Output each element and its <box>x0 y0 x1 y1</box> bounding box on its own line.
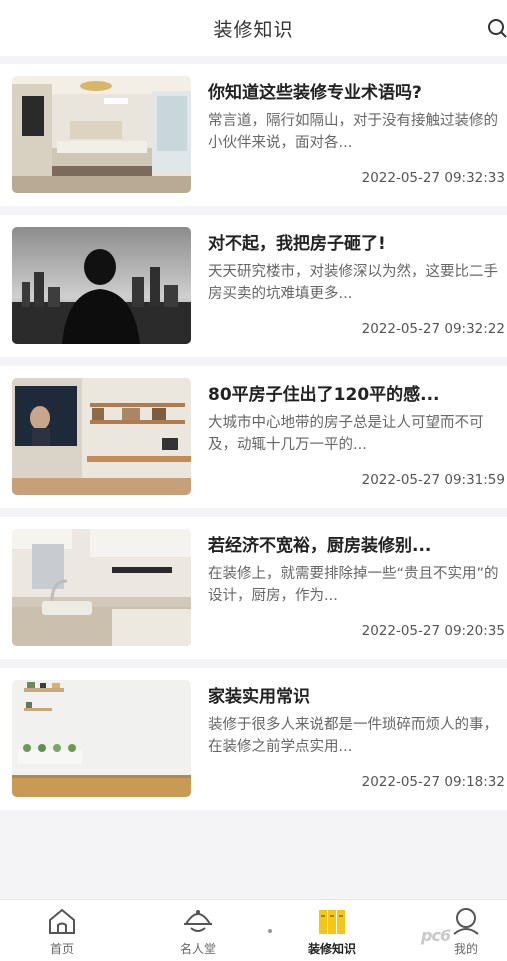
article-summary: 常言道，隔行如隔山，对于没有接触过装修的小伙伴来说，面对各... <box>208 113 498 151</box>
article-summary: 天天研究楼市，对装修深以为然，这要比二手房买卖的坑难填更多... <box>208 264 498 302</box>
tab-hall-label: 名人堂 <box>179 942 216 956</box>
article-card[interactable]: 80平房子住出了120平的感... 大城市中心地带的房子总是让人可望而不可及，动… <box>0 366 507 508</box>
article-title[interactable]: 若经济不宽裕，厨房装修别... <box>208 531 503 556</box>
profile-icon <box>453 908 479 935</box>
article-title[interactable]: 家装实用常识 <box>208 682 503 707</box>
article-title[interactable]: 对不起，我把房子砸了! <box>208 229 503 254</box>
tab-home[interactable]: 首页 <box>12 900 112 961</box>
article-card[interactable]: 对不起，我把房子砸了! 天天研究楼市，对装修深以为然，这要比二手房买卖的坑难填更… <box>0 215 507 357</box>
article-thumbnail-kitchen <box>12 529 191 646</box>
home-icon <box>49 908 75 934</box>
article-summary: 在装修上，就需要排除掉一些“贵且不实用”的设计，厨房，作为... <box>208 566 499 604</box>
article-title[interactable]: 80平房子住出了120平的感... <box>208 380 503 405</box>
search-icon[interactable] <box>487 18 507 38</box>
tab-decoration-knowledge[interactable]: 装修知识 <box>282 900 382 961</box>
article-date: 2022-05-27 09:20:35 <box>361 623 505 639</box>
article-date: 2022-05-27 09:31:59 <box>361 472 505 488</box>
books-icon <box>319 910 345 934</box>
article-date: 2022-05-27 09:32:22 <box>361 321 505 337</box>
article-thumbnail-study-room <box>12 378 191 495</box>
watermark-logo: pc6 <box>421 926 451 945</box>
tab-hall-of-fame[interactable]: 名人堂 <box>148 900 248 961</box>
tab-home-label: 首页 <box>49 942 74 956</box>
article-summary: 大城市中心地带的房子总是让人可望而不可及，动辄十几万一平的... <box>208 415 484 453</box>
article-thumbnail-bedroom <box>12 76 191 193</box>
hall-icon <box>184 910 212 932</box>
page-title: 装修知识 <box>213 19 294 41</box>
article-card[interactable]: 你知道这些装修专业术语吗? 常言道，隔行如隔山，对于没有接触过装修的小伙伴来说，… <box>0 64 507 206</box>
article-summary: 装修于很多人来说都是一件琐碎而烦人的事，在装修之前学点实用... <box>208 717 498 755</box>
article-card[interactable]: 家装实用常识 装修于很多人来说都是一件琐碎而烦人的事，在装修之前学点实用... … <box>0 668 507 810</box>
article-title[interactable]: 你知道这些装修专业术语吗? <box>208 78 503 103</box>
article-card[interactable]: 若经济不宽裕，厨房装修别... 在装修上，就需要排除掉一些“贵且不实用”的设计，… <box>0 517 507 659</box>
tab-knowledge-label: 装修知识 <box>307 942 356 956</box>
article-date: 2022-05-27 09:32:33 <box>361 170 505 186</box>
tab-indicator-dot <box>268 929 272 933</box>
top-bar: 装修知识 <box>0 0 507 56</box>
article-thumbnail-silhouette <box>12 227 191 344</box>
article-thumbnail-plants-shelf <box>12 680 191 797</box>
article-date: 2022-05-27 09:18:32 <box>361 774 505 790</box>
